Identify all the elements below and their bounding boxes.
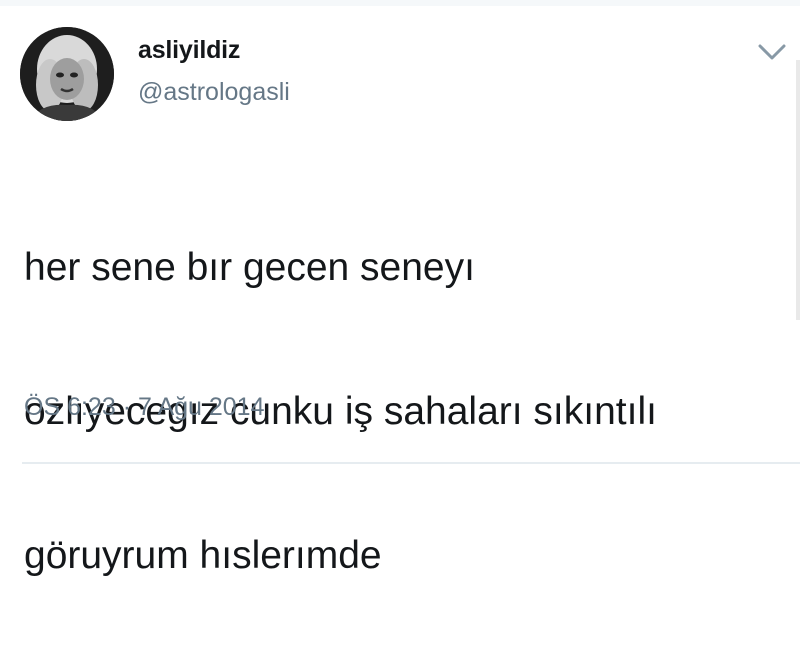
avatar-photo: [20, 27, 114, 121]
tweet-card: asliyildiz @astrologasli her sene bır ge…: [0, 0, 800, 577]
tweet-timestamp[interactable]: ÖS 6:23 · 7 Ağu 2014: [24, 393, 264, 422]
tweet-time: ÖS 6:23: [24, 393, 116, 421]
tweet-text-line: her sene bır gecen seneyı: [24, 246, 475, 289]
meta-separator: ·: [122, 393, 132, 421]
chevron-down-icon[interactable]: [752, 40, 792, 66]
tweet-date: 7 Ağu 2014: [137, 393, 265, 421]
bottom-divider: [22, 462, 800, 464]
scroll-edge: [796, 60, 800, 320]
top-divider: [0, 0, 800, 6]
user-handle[interactable]: @astrologasli: [138, 78, 290, 107]
avatar[interactable]: [20, 27, 114, 121]
tweet-text-line: göruyrum hıslerımde: [24, 534, 382, 577]
display-name[interactable]: asliyildiz: [138, 36, 240, 65]
